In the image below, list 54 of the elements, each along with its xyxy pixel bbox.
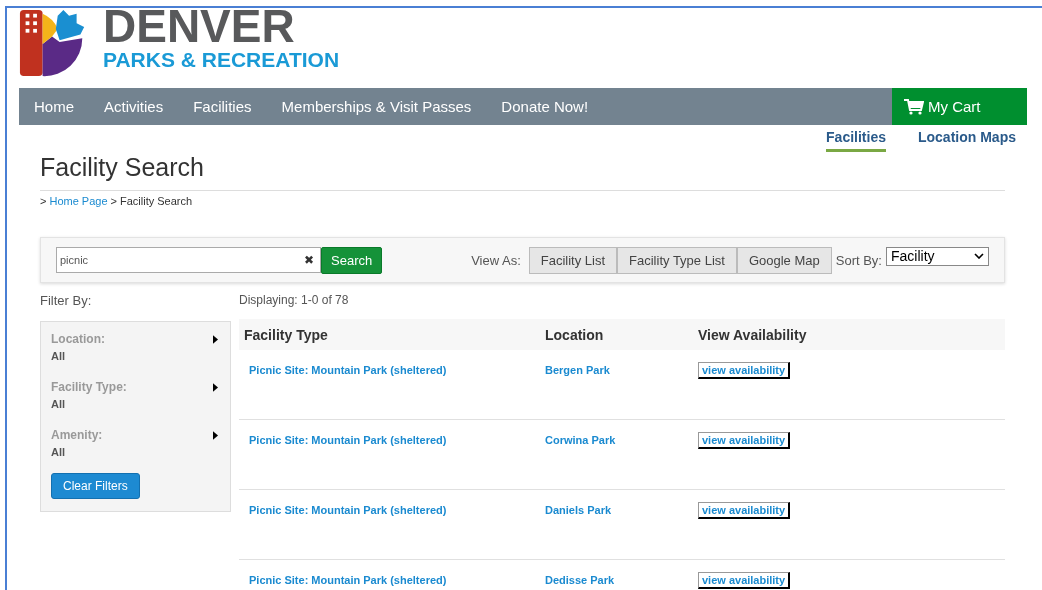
chevron-icon — [974, 253, 984, 259]
column-header: View Availability — [698, 326, 808, 343]
cart-icon — [904, 98, 924, 115]
view-button[interactable]: Google Map — [736, 246, 832, 274]
sub-tab[interactable]: Location Maps — [918, 129, 1016, 149]
search-button[interactable]: Search — [321, 246, 383, 274]
view-button[interactable]: Facility List — [528, 246, 618, 274]
location-link[interactable]: Bergen Park — [545, 364, 610, 376]
logo-title: DENVER — [103, 10, 296, 44]
filter-value: All — [51, 446, 66, 458]
clear-filters-button[interactable]: Clear Filters — [51, 473, 140, 499]
nav-link[interactable]: Home — [19, 98, 89, 115]
filter-label: Facility Type: — [51, 380, 127, 394]
filter-label: Location: — [51, 332, 105, 346]
logo-icon — [19, 10, 87, 78]
nav-link[interactable]: Facilities — [178, 98, 267, 115]
expand-icon[interactable] — [213, 430, 218, 440]
sub-tab[interactable]: Facilities — [826, 129, 886, 152]
clear-icon[interactable]: ✖ — [304, 253, 320, 267]
nav-link[interactable]: Activities — [89, 98, 179, 115]
cart-button[interactable]: My Cart — [892, 88, 1027, 125]
facility-link[interactable]: Picnic Site: Mountain Park (sheltered) — [244, 504, 447, 516]
search-field[interactable]: picnic ✖ — [56, 247, 321, 273]
nav-link[interactable]: Donate Now! — [486, 98, 604, 115]
view-availability-button[interactable]: view availability — [698, 432, 791, 449]
facility-link[interactable]: Picnic Site: Mountain Park (sheltered) — [244, 434, 447, 446]
view-button[interactable]: Facility Type List — [617, 246, 737, 274]
column-header: Facility Type — [243, 326, 329, 343]
expand-icon[interactable] — [213, 334, 218, 344]
location-link[interactable]: Dedisse Park — [545, 574, 615, 586]
breadcrumb-link[interactable]: Home Page — [49, 195, 108, 207]
result-count: Displaying: 1-0 of 78 — [239, 293, 350, 309]
filter-heading: Filter By: — [40, 293, 93, 310]
location-link[interactable]: Corwina Park — [545, 434, 616, 446]
expand-icon[interactable] — [213, 382, 218, 392]
filter-value: All — [51, 398, 66, 410]
facility-link[interactable]: Picnic Site: Mountain Park (sheltered) — [244, 574, 447, 586]
breadcrumb-separator: > — [110, 195, 117, 207]
sort-dropdown[interactable]: Facility — [886, 246, 989, 266]
nav-link[interactable]: Memberships & Visit Passes — [266, 98, 487, 115]
view-availability-button[interactable]: view availability — [698, 502, 791, 519]
breadcrumb-separator: > — [40, 195, 47, 207]
filter-label: Amenity: — [51, 428, 103, 442]
filter-value: All — [51, 350, 66, 362]
logo-subtitle: PARKS & RECREATION — [103, 49, 340, 70]
view-availability-button[interactable]: view availability — [698, 572, 791, 589]
view-as-label: View As: — [471, 252, 521, 268]
sort-label: Sort By: — [835, 252, 882, 268]
page-title: Facility Search — [40, 153, 1005, 191]
view-availability-button[interactable]: view availability — [698, 362, 791, 379]
facility-link[interactable]: Picnic Site: Mountain Park (sheltered) — [244, 364, 447, 376]
location-link[interactable]: Daniels Park — [545, 504, 612, 516]
breadcrumb-current: Facility Search — [119, 195, 193, 207]
column-header: Location — [545, 326, 605, 343]
